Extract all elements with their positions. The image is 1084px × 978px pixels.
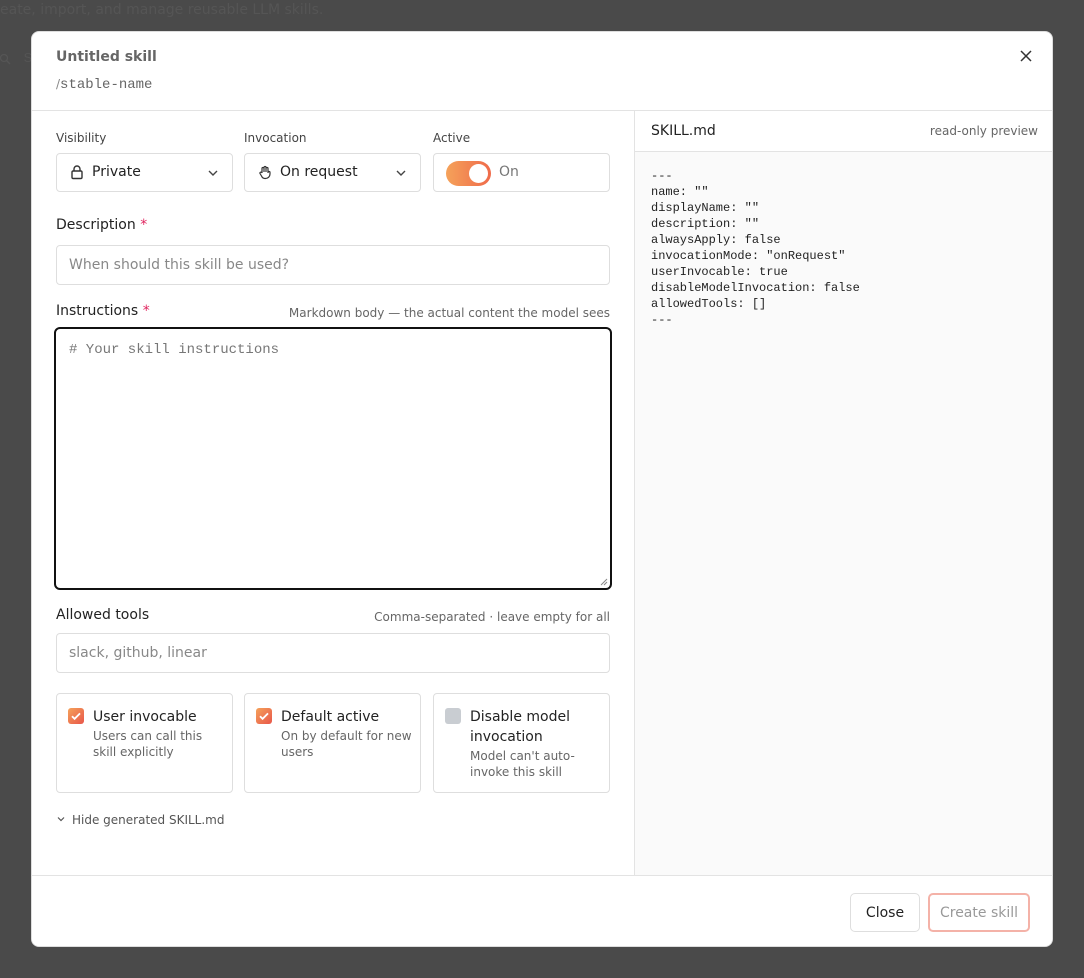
preview-note: read-only preview xyxy=(929,124,1038,138)
check-icon xyxy=(259,712,269,721)
instructions-textarea[interactable]: # Your skill instructions xyxy=(54,327,612,590)
option-title: Disable model invocation xyxy=(470,709,570,745)
active-toggle[interactable] xyxy=(446,161,491,186)
close-button[interactable]: Close xyxy=(850,893,920,932)
close-icon[interactable] xyxy=(1016,46,1036,66)
instructions-placeholder: # Your skill instructions xyxy=(69,342,280,358)
user-invocable-checkbox[interactable] xyxy=(68,708,84,724)
invocation-label: Invocation xyxy=(244,131,307,145)
active-state-text: On xyxy=(499,164,519,180)
required-mark: * xyxy=(142,303,150,319)
dialog-footer: Close Create skill xyxy=(32,875,1052,946)
disable-model-invocation-option[interactable]: Disable model invocation Model can't aut… xyxy=(433,693,610,793)
option-title: User invocable xyxy=(93,709,197,725)
allowed-tools-hint: Comma-separated · leave empty for all xyxy=(374,610,610,624)
chevron-down-icon xyxy=(57,817,65,822)
create-skill-button[interactable]: Create skill xyxy=(928,893,1030,932)
allowed-tools-placeholder: slack, github, linear xyxy=(69,645,207,661)
option-desc: Users can call this skill explicitly xyxy=(93,729,203,759)
option-desc: Model can't auto-invoke this skill xyxy=(470,749,575,779)
option-title: Default active xyxy=(281,709,380,725)
invocation-value: On request xyxy=(280,164,358,180)
visibility-value: Private xyxy=(92,164,141,180)
user-invocable-option[interactable]: User invocable Users can call this skill… xyxy=(56,693,233,793)
skill-slug: /stable-name xyxy=(56,75,152,93)
visibility-select[interactable]: Private xyxy=(56,153,233,192)
preview-header: SKILL.md read-only preview xyxy=(635,111,1052,152)
toggle-knob xyxy=(469,164,488,183)
instructions-label: Instructions * xyxy=(56,303,150,319)
lock-icon xyxy=(71,165,83,180)
hide-skill-md-toggle[interactable]: Hide generated SKILL.md xyxy=(56,813,224,827)
search-icon xyxy=(0,53,11,65)
skill-title: Untitled skill xyxy=(56,49,157,65)
dialog-header: Untitled skill /stable-name xyxy=(32,32,1052,111)
default-active-option[interactable]: Default active On by default for new use… xyxy=(244,693,421,793)
description-input[interactable]: When should this skill be used? xyxy=(56,245,610,285)
required-mark: * xyxy=(140,217,148,233)
description-label: Description * xyxy=(56,217,147,233)
check-icon xyxy=(71,712,81,721)
active-control: On xyxy=(433,153,610,192)
slug-name: stable-name xyxy=(60,77,153,93)
instructions-label-text: Instructions xyxy=(56,303,139,319)
description-placeholder: When should this skill be used? xyxy=(69,257,290,273)
visibility-label: Visibility xyxy=(56,131,107,145)
default-active-checkbox[interactable] xyxy=(256,708,272,724)
skill-md-code: --- name: "" displayName: "" description… xyxy=(651,169,860,327)
instructions-hint: Markdown body — the actual content the m… xyxy=(288,306,610,320)
hand-icon xyxy=(259,165,271,180)
chevron-down-icon xyxy=(208,170,218,176)
allowed-tools-input[interactable]: slack, github, linear xyxy=(56,633,610,673)
preview-pane: SKILL.md read-only preview --- name: "" … xyxy=(634,111,1052,875)
disable-model-invocation-checkbox[interactable] xyxy=(445,708,461,724)
option-desc: On by default for new users xyxy=(281,729,412,759)
hide-skill-md-label: Hide generated SKILL.md xyxy=(72,813,225,827)
active-label: Active xyxy=(433,131,471,145)
description-label-text: Description xyxy=(56,217,136,233)
resize-handle-icon[interactable] xyxy=(600,578,608,586)
search-area: S xyxy=(0,50,32,65)
preview-title: SKILL.md xyxy=(651,123,716,139)
skill-dialog: Untitled skill /stable-name Visibility I… xyxy=(31,31,1053,947)
form-pane: Visibility Invocation Active Private On … xyxy=(32,111,634,875)
chevron-down-icon xyxy=(396,170,406,176)
page-subtitle: eate, import, and manage reusable LLM sk… xyxy=(0,2,324,18)
allowed-tools-label: Allowed tools xyxy=(56,607,150,623)
invocation-select[interactable]: On request xyxy=(244,153,421,192)
